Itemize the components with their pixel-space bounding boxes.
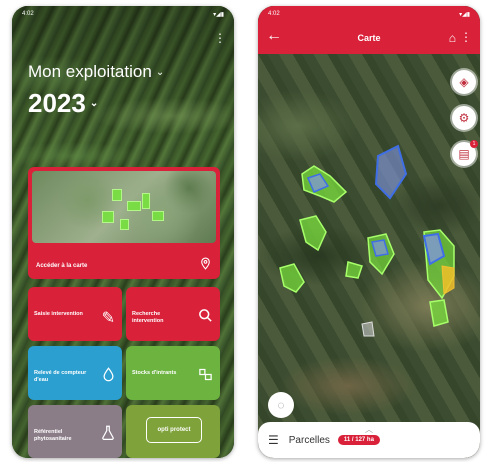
parcels-count-pill: 11 / 127 ha (337, 435, 380, 445)
locate-icon: ◌ (277, 398, 285, 412)
stock-icon (198, 367, 213, 387)
tile-saisie-intervention[interactable]: Saisie intervention ✎ (28, 287, 122, 341)
status-bar: 4:02 ▾◢▮ (258, 6, 480, 22)
locate-button[interactable]: ◌ (268, 392, 294, 418)
search-icon (198, 308, 213, 328)
map-thumbnail (32, 171, 216, 243)
notes-button[interactable]: ▤ 1 (452, 140, 478, 166)
status-time: 4:02 (268, 11, 280, 17)
status-icons: ▾◢▮ (213, 11, 224, 18)
tile-stocks-intrants[interactable]: Stocks d'intrants (126, 346, 220, 400)
map-card[interactable]: Accéder à la carte (28, 167, 220, 279)
back-arrow-icon[interactable]: ← (266, 28, 282, 44)
parcels-bottom-sheet[interactable]: ︿ ☰ Parcelles 11 / 127 ha (258, 422, 480, 458)
menu-icon[interactable]: ☰ (268, 433, 279, 447)
layers-icon: ◈ (459, 75, 469, 89)
flask-icon (101, 425, 115, 445)
farm-label: Mon exploitation (28, 62, 152, 81)
chevron-down-icon: ⌄ (155, 66, 165, 78)
parcels-label: Parcelles (288, 434, 330, 446)
tractor-button[interactable]: ⚙ (452, 106, 476, 130)
kebab-icon[interactable]: ⋮ (460, 30, 472, 44)
tile-label: Stocks d'intrants (132, 370, 177, 376)
tractor-icon: ⚙ (458, 111, 470, 125)
tile-label: Recherche intervention (132, 311, 164, 324)
chevron-up-icon[interactable]: ︿ (365, 424, 373, 435)
water-drop-icon (102, 367, 115, 387)
map-pin-icon (199, 257, 212, 273)
tile-releve-compteur[interactable]: Relevé de compteur d'eau (28, 346, 122, 400)
tile-label: Saisie intervention (34, 311, 83, 317)
status-bar: 4:02 ▾◢▮ (12, 6, 234, 22)
tile-label: Relevé de compteur d'eau (34, 370, 87, 383)
parcel-overlay[interactable] (258, 6, 480, 458)
year-selector[interactable]: 2023 ⌄ (28, 88, 98, 119)
kebab-icon[interactable]: ⋮ (214, 32, 226, 44)
notification-badge: 1 (470, 140, 478, 148)
farm-selector[interactable]: Mon exploitation ⌄ (28, 62, 164, 82)
optiprotect-logo: opti protect (146, 417, 202, 443)
tile-label: Référentiel phytosanitaire (34, 429, 72, 442)
tile-recherche-intervention[interactable]: Recherche intervention (126, 287, 220, 341)
home-screen: 4:02 ▾◢▮ ⋮ Mon exploitation ⌄ 2023 ⌄ Acc… (12, 6, 234, 458)
map-card-label: Accéder à la carte (36, 263, 88, 269)
chevron-down-icon: ⌄ (89, 98, 99, 109)
tile-referentiel-phytosanitaire[interactable]: Référentiel phytosanitaire (28, 405, 122, 458)
page-title: Carte (357, 33, 381, 43)
app-bar: ← Carte ⌂ ⋮ (258, 22, 480, 54)
tile-optiprotect[interactable]: opti protect (126, 405, 220, 458)
status-icons: ▾◢▮ (459, 11, 470, 18)
notes-icon: ▤ (458, 147, 470, 161)
map-screen: 4:02 ▾◢▮ ← Carte ⌂ ⋮ ◈ ⚙ ▤ 1 ◌ ︿ ☰ Parce… (258, 6, 480, 458)
year-label: 2023 (28, 88, 86, 118)
layers-button[interactable]: ◈ (452, 70, 476, 94)
home-icon[interactable]: ⌂ (449, 31, 456, 45)
pencil-icon: ✎ (101, 310, 115, 327)
status-time: 4:02 (22, 11, 34, 17)
